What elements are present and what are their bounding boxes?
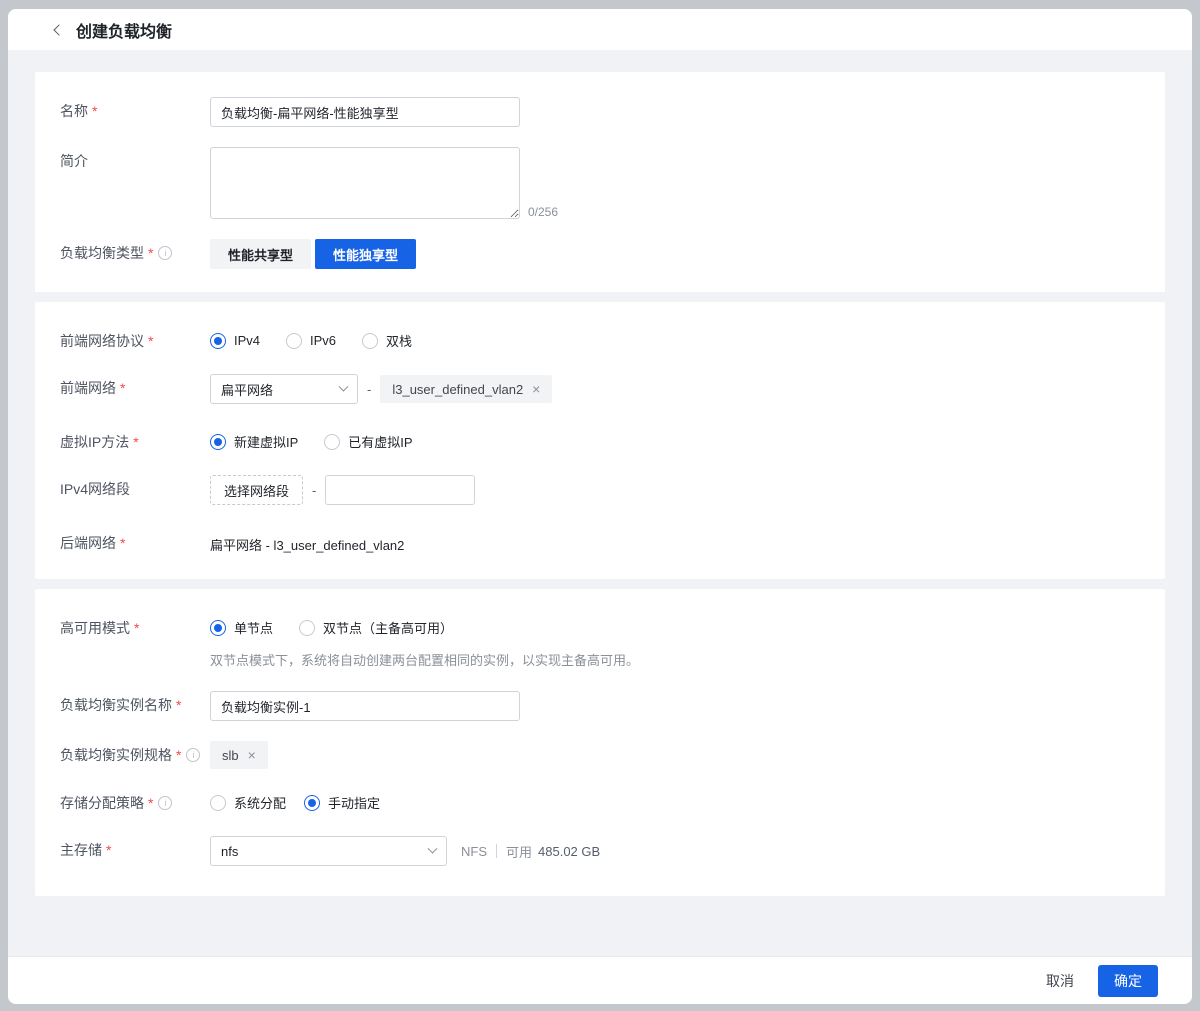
storage-type-text: NFS bbox=[461, 844, 487, 859]
radio-ipv4[interactable]: IPv4 bbox=[210, 333, 260, 349]
required-mark: * bbox=[120, 379, 125, 397]
separator: - bbox=[312, 483, 316, 498]
chevron-left-icon bbox=[53, 24, 64, 35]
required-mark: * bbox=[134, 619, 139, 637]
description-row: 简介 0/256 bbox=[60, 147, 1140, 219]
basic-info-card: 名称 * 简介 0/256 负载均衡类型 * bbox=[35, 72, 1165, 292]
radio-single-node[interactable]: 单节点 bbox=[210, 618, 273, 637]
page-footer: 取消 确定 bbox=[8, 956, 1192, 1004]
radio-checked-icon bbox=[304, 795, 320, 811]
required-mark: * bbox=[148, 244, 153, 262]
frontend-network-tag: l3_user_defined_vlan2 × bbox=[380, 375, 552, 403]
frontend-protocol-row: 前端网络协议 * IPv4 IPv6 双栈 bbox=[60, 327, 1140, 350]
name-row: 名称 * bbox=[60, 97, 1140, 127]
ipv4-segment-row: IPv4网络段 选择网络段 - bbox=[60, 475, 1140, 505]
confirm-button[interactable]: 确定 bbox=[1098, 965, 1158, 997]
ha-mode-label: 高可用模式 * bbox=[60, 614, 210, 637]
cancel-button[interactable]: 取消 bbox=[1032, 965, 1088, 997]
radio-dual-stack[interactable]: 双栈 bbox=[362, 331, 412, 350]
network-card: 前端网络协议 * IPv4 IPv6 双栈 bbox=[35, 302, 1165, 579]
radio-manual-specify[interactable]: 手动指定 bbox=[304, 793, 380, 812]
name-input[interactable] bbox=[210, 97, 520, 127]
vip-method-row: 虚拟IP方法 * 新建虚拟IP 已有虚拟IP bbox=[60, 428, 1140, 451]
radio-unchecked-icon bbox=[324, 434, 340, 450]
screen-frame: 创建负载均衡 名称 * 简介 0/256 bbox=[0, 0, 1200, 1011]
ipv4-segment-input[interactable] bbox=[325, 475, 475, 505]
name-label: 名称 * bbox=[60, 97, 210, 120]
form-content: 名称 * 简介 0/256 负载均衡类型 * bbox=[8, 50, 1192, 956]
instance-name-label: 负载均衡实例名称 * bbox=[60, 691, 210, 714]
required-mark: * bbox=[106, 841, 111, 859]
primary-storage-select[interactable]: nfs bbox=[210, 836, 447, 866]
radio-unchecked-icon bbox=[210, 795, 226, 811]
frontend-network-label: 前端网络 * bbox=[60, 374, 210, 397]
info-icon: i bbox=[186, 748, 200, 762]
radio-unchecked-icon bbox=[286, 333, 302, 349]
backend-network-label: 后端网络 * bbox=[60, 529, 210, 552]
create-load-balancer-page: 创建负载均衡 名称 * 简介 0/256 bbox=[8, 9, 1192, 1004]
radio-unchecked-icon bbox=[362, 333, 378, 349]
required-mark: * bbox=[148, 794, 153, 812]
storage-available-label: 可用 bbox=[506, 842, 532, 861]
description-textarea[interactable] bbox=[210, 147, 520, 219]
required-mark: * bbox=[148, 332, 153, 350]
separator: - bbox=[367, 382, 371, 397]
required-mark: * bbox=[120, 534, 125, 552]
lb-type-row: 负载均衡类型 * i 性能共享型 性能独享型 bbox=[60, 239, 1140, 269]
info-icon: i bbox=[158, 796, 172, 810]
radio-existing-vip[interactable]: 已有虚拟IP bbox=[324, 432, 412, 451]
radio-unchecked-icon bbox=[299, 620, 315, 636]
instance-spec-tag: slb × bbox=[210, 741, 268, 769]
required-mark: * bbox=[176, 696, 181, 714]
close-icon[interactable]: × bbox=[532, 382, 540, 396]
ha-mode-helper-text: 双节点模式下，系统将自动创建两台配置相同的实例，以实现主备高可用。 bbox=[210, 650, 1140, 669]
radio-dual-node[interactable]: 双节点（主备高可用） bbox=[299, 618, 453, 637]
instance-spec-label: 负载均衡实例规格 * i bbox=[60, 741, 210, 764]
primary-storage-row: 主存储 * nfs NFS 可用 485.02 GB bbox=[60, 836, 1140, 866]
radio-checked-icon bbox=[210, 434, 226, 450]
choose-segment-button[interactable]: 选择网络段 bbox=[210, 475, 303, 505]
radio-system-allocate[interactable]: 系统分配 bbox=[210, 793, 286, 812]
lb-type-dedicated-button[interactable]: 性能独享型 bbox=[315, 239, 416, 269]
frontend-network-select[interactable]: 扁平网络 bbox=[210, 374, 358, 404]
radio-checked-icon bbox=[210, 333, 226, 349]
instance-spec-row: 负载均衡实例规格 * i slb × bbox=[60, 741, 1140, 769]
ha-mode-row: 高可用模式 * 单节点 双节点（主备高可用） 双节点模式下， bbox=[60, 614, 1140, 669]
back-button[interactable] bbox=[46, 19, 68, 41]
frontend-network-row: 前端网络 * 扁平网络 - l3_user_defined_vlan2 × bbox=[60, 374, 1140, 404]
storage-policy-row: 存储分配策略 * i 系统分配 手动指定 bbox=[60, 789, 1140, 812]
char-counter: 0/256 bbox=[528, 205, 558, 219]
description-label: 简介 bbox=[60, 147, 210, 170]
required-mark: * bbox=[92, 102, 97, 120]
backend-network-row: 后端网络 * 扁平网络 - l3_user_defined_vlan2 bbox=[60, 529, 1140, 554]
ipv4-segment-label: IPv4网络段 bbox=[60, 475, 210, 498]
radio-ipv6[interactable]: IPv6 bbox=[286, 333, 336, 349]
divider bbox=[496, 844, 497, 858]
vip-method-label: 虚拟IP方法 * bbox=[60, 428, 210, 451]
instance-name-row: 负载均衡实例名称 * bbox=[60, 691, 1140, 721]
backend-network-value: 扁平网络 - l3_user_defined_vlan2 bbox=[210, 529, 404, 554]
storage-available-value: 485.02 GB bbox=[538, 844, 600, 859]
page-header: 创建负载均衡 bbox=[8, 9, 1192, 50]
page-title: 创建负载均衡 bbox=[76, 18, 172, 42]
instance-card: 高可用模式 * 单节点 双节点（主备高可用） 双节点模式下， bbox=[35, 589, 1165, 896]
radio-checked-icon bbox=[210, 620, 226, 636]
storage-meta: NFS 可用 485.02 GB bbox=[461, 842, 600, 861]
required-mark: * bbox=[176, 746, 181, 764]
lb-type-shared-button[interactable]: 性能共享型 bbox=[210, 239, 311, 269]
storage-policy-label: 存储分配策略 * i bbox=[60, 789, 210, 812]
close-icon[interactable]: × bbox=[248, 748, 256, 762]
info-icon: i bbox=[158, 246, 172, 260]
instance-name-input[interactable] bbox=[210, 691, 520, 721]
required-mark: * bbox=[133, 433, 138, 451]
lb-type-label: 负载均衡类型 * i bbox=[60, 239, 210, 262]
frontend-protocol-label: 前端网络协议 * bbox=[60, 327, 210, 350]
chevron-down-icon bbox=[339, 381, 349, 391]
primary-storage-label: 主存储 * bbox=[60, 836, 210, 859]
chevron-down-icon bbox=[428, 843, 438, 853]
radio-new-vip[interactable]: 新建虚拟IP bbox=[210, 432, 298, 451]
